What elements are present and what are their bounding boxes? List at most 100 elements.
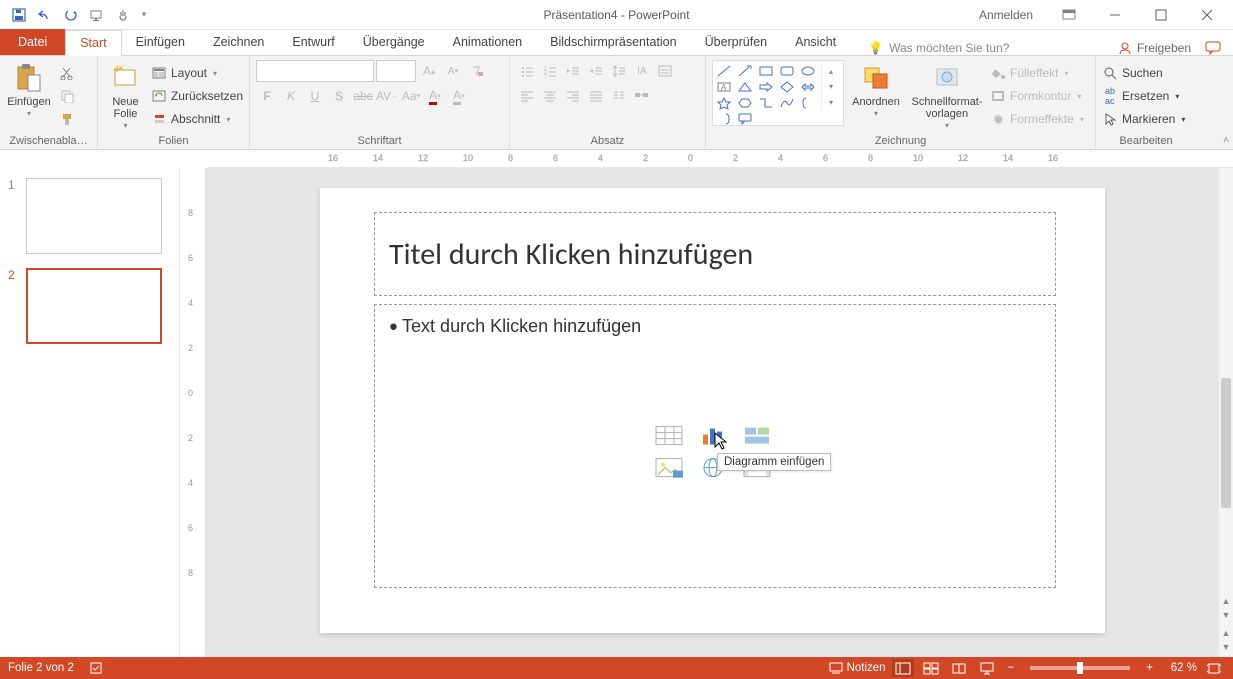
comments-icon[interactable] bbox=[1205, 41, 1221, 55]
paste-button[interactable]: Einfügen ▾ bbox=[6, 60, 52, 119]
spellcheck-icon[interactable] bbox=[86, 659, 108, 677]
increase-font-icon[interactable]: A▴ bbox=[418, 60, 440, 82]
line-spacing-icon[interactable] bbox=[608, 60, 630, 82]
shadow-icon[interactable]: S bbox=[328, 85, 350, 107]
zoom-level[interactable]: 62 % bbox=[1163, 662, 1197, 674]
shapes-gallery[interactable]: A ▴▾▾ bbox=[712, 60, 844, 126]
touch-mode-icon[interactable] bbox=[112, 4, 134, 26]
shapes-more-icon[interactable]: ▾ bbox=[829, 98, 833, 107]
close-icon[interactable] bbox=[1185, 1, 1229, 29]
tab-file[interactable]: Datei bbox=[0, 29, 65, 55]
collapse-ribbon-icon[interactable]: ˄ bbox=[1223, 135, 1229, 146]
insert-table-icon[interactable] bbox=[653, 424, 685, 448]
main-area: 1 2 864 202 468 Titel durch Klicken hinz… bbox=[0, 168, 1233, 657]
notes-button[interactable]: Notizen bbox=[829, 662, 886, 674]
share-button[interactable]: Freigeben bbox=[1118, 41, 1191, 55]
next-slide-double-icon[interactable]: ▼ bbox=[1219, 639, 1233, 655]
arrange-button[interactable]: Anordnen▾ bbox=[848, 60, 904, 119]
shape-outline-button[interactable]: Formkontur▾ bbox=[990, 85, 1084, 107]
bullets-icon[interactable] bbox=[516, 60, 538, 82]
save-icon[interactable] bbox=[8, 4, 30, 26]
zoom-out-icon[interactable]: − bbox=[1004, 662, 1019, 674]
tab-draw[interactable]: Zeichnen bbox=[199, 29, 278, 55]
zoom-slider[interactable] bbox=[1030, 666, 1130, 670]
redo-icon[interactable] bbox=[60, 4, 82, 26]
align-text-icon[interactable] bbox=[654, 60, 676, 82]
decrease-indent-icon[interactable] bbox=[562, 60, 584, 82]
align-right-icon[interactable] bbox=[562, 85, 584, 107]
strikethrough-icon[interactable]: abc bbox=[352, 85, 374, 107]
group-paragraph-label: Absatz bbox=[516, 133, 699, 149]
ribbon-display-icon[interactable] bbox=[1047, 1, 1091, 29]
vertical-scrollbar[interactable]: ▲ ▼ ▲ ▼ bbox=[1219, 168, 1233, 657]
normal-view-icon[interactable] bbox=[892, 659, 914, 677]
tab-review[interactable]: Überprüfen bbox=[691, 29, 782, 55]
slide-thumbnail-1[interactable] bbox=[26, 178, 162, 254]
tell-me-search[interactable]: 💡 Was möchten Sie tun? bbox=[868, 41, 1009, 55]
slide-sorter-icon[interactable] bbox=[920, 659, 942, 677]
insert-smartart-icon[interactable] bbox=[741, 424, 773, 448]
italic-icon[interactable]: K bbox=[280, 85, 302, 107]
layout-button[interactable]: Layout▾ bbox=[151, 62, 243, 84]
tab-home[interactable]: Start bbox=[65, 30, 121, 56]
qat-dropdown-icon[interactable]: ▾ bbox=[138, 4, 150, 26]
font-color-icon[interactable]: A▾ bbox=[424, 85, 446, 107]
change-case-icon[interactable]: Aa▾ bbox=[400, 85, 422, 107]
share-label: Freigeben bbox=[1137, 41, 1191, 55]
shape-fill-button[interactable]: Fülleffekt▾ bbox=[990, 62, 1084, 84]
content-placeholder[interactable]: • Text durch Klicken hinzufügen Diagramm… bbox=[374, 304, 1056, 588]
convert-smartart-icon[interactable] bbox=[631, 85, 653, 107]
new-slide-button[interactable]: Neue Folie ▾ bbox=[104, 60, 147, 131]
replace-button[interactable]: abacErsetzen▾ bbox=[1102, 85, 1185, 107]
slideshow-view-icon[interactable] bbox=[976, 659, 998, 677]
underline-icon[interactable]: U bbox=[304, 85, 326, 107]
justify-icon[interactable] bbox=[585, 85, 607, 107]
insert-picture-icon[interactable] bbox=[653, 456, 685, 480]
select-button[interactable]: Markieren▾ bbox=[1102, 108, 1185, 130]
tab-slideshow[interactable]: Bildschirmpräsentation bbox=[536, 29, 690, 55]
fit-to-window-icon[interactable] bbox=[1203, 659, 1225, 677]
align-center-icon[interactable] bbox=[539, 85, 561, 107]
section-button[interactable]: Abschnitt▾ bbox=[151, 108, 243, 130]
undo-icon[interactable] bbox=[34, 4, 56, 26]
tab-insert[interactable]: Einfügen bbox=[122, 29, 199, 55]
slide-thumbnail-2[interactable] bbox=[26, 268, 162, 344]
start-from-beginning-icon[interactable] bbox=[86, 4, 108, 26]
title-placeholder[interactable]: Titel durch Klicken hinzufügen bbox=[374, 212, 1056, 296]
tab-animations[interactable]: Animationen bbox=[439, 29, 537, 55]
slide-counter[interactable]: Folie 2 von 2 bbox=[8, 662, 74, 674]
bold-icon[interactable]: F bbox=[256, 85, 278, 107]
quick-styles-button[interactable]: Schnellformat- vorlagen▾ bbox=[908, 60, 986, 131]
insert-chart-icon[interactable] bbox=[697, 424, 729, 448]
tab-transitions[interactable]: Übergänge bbox=[349, 29, 439, 55]
decrease-font-icon[interactable]: A▾ bbox=[442, 60, 464, 82]
numbering-icon[interactable]: 123 bbox=[539, 60, 561, 82]
clear-formatting-icon[interactable] bbox=[466, 60, 488, 82]
copy-icon[interactable] bbox=[56, 85, 78, 107]
reading-view-icon[interactable] bbox=[948, 659, 970, 677]
shapes-scroll-up-icon[interactable]: ▴ bbox=[829, 67, 833, 76]
reset-button[interactable]: Zurücksetzen bbox=[151, 85, 243, 107]
tab-design[interactable]: Entwurf bbox=[278, 29, 348, 55]
font-size-combo[interactable] bbox=[376, 60, 416, 82]
slide-canvas[interactable]: Titel durch Klicken hinzufügen • Text du… bbox=[206, 168, 1233, 657]
find-button[interactable]: Suchen bbox=[1102, 62, 1185, 84]
next-slide-icon[interactable]: ▼ bbox=[1219, 607, 1233, 623]
character-spacing-icon[interactable]: AV↔ bbox=[376, 85, 398, 107]
highlight-icon[interactable]: A▾ bbox=[448, 85, 470, 107]
font-name-combo[interactable] bbox=[256, 60, 374, 82]
shapes-scroll-down-icon[interactable]: ▾ bbox=[829, 82, 833, 91]
format-painter-icon[interactable] bbox=[56, 108, 78, 130]
tab-view[interactable]: Ansicht bbox=[781, 29, 850, 55]
increase-indent-icon[interactable] bbox=[585, 60, 607, 82]
columns-icon[interactable] bbox=[608, 85, 630, 107]
zoom-in-icon[interactable]: + bbox=[1142, 662, 1157, 674]
maximize-icon[interactable] bbox=[1139, 1, 1183, 29]
shape-effects-button[interactable]: Formeffekte▾ bbox=[990, 108, 1084, 130]
minimize-icon[interactable] bbox=[1093, 1, 1137, 29]
scrollbar-thumb[interactable] bbox=[1221, 378, 1231, 508]
text-direction-icon[interactable]: ⅠA bbox=[631, 60, 653, 82]
cut-icon[interactable] bbox=[56, 62, 78, 84]
login-button[interactable]: Anmelden bbox=[967, 1, 1045, 29]
align-left-icon[interactable] bbox=[516, 85, 538, 107]
